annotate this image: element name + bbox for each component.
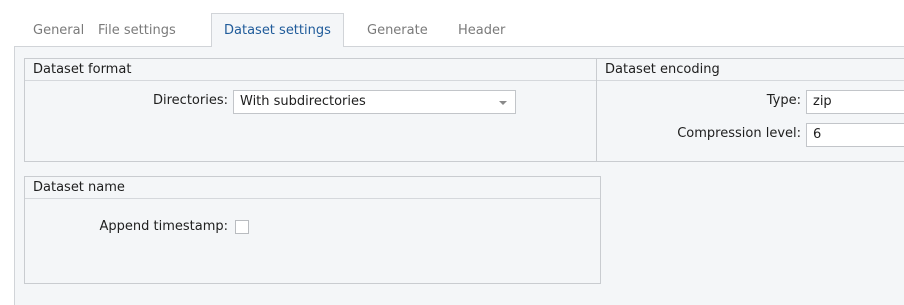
tab-file-settings[interactable]: File settings: [98, 16, 176, 46]
directories-label: Directories:: [153, 93, 228, 108]
append-timestamp-label: Append timestamp:: [99, 219, 228, 234]
encoding-type-label: Type:: [766, 93, 801, 108]
dataset-format-group: Dataset format Directories: With subdire…: [24, 58, 601, 162]
dataset-encoding-group: Dataset encoding Type: zip Compression l…: [596, 58, 904, 162]
directories-dropdown[interactable]: With subdirectories: [233, 90, 516, 114]
tab-content-panel: Dataset format Directories: With subdire…: [14, 46, 904, 305]
directories-value: With subdirectories: [240, 94, 366, 109]
dataset-encoding-title: Dataset encoding: [597, 59, 904, 81]
tab-dataset-settings[interactable]: Dataset settings: [211, 13, 344, 47]
tab-general[interactable]: General: [33, 16, 84, 46]
dataset-name-title: Dataset name: [25, 177, 600, 199]
tab-baseline: [14, 46, 904, 47]
chevron-down-icon[interactable]: [499, 101, 507, 105]
dataset-name-group: Dataset name Append timestamp:: [24, 176, 601, 284]
compression-level-field[interactable]: 6: [806, 123, 904, 147]
encoding-type-field[interactable]: zip: [806, 90, 904, 114]
tab-header[interactable]: Header: [458, 16, 505, 46]
compression-level-label: Compression level:: [677, 126, 801, 141]
append-timestamp-checkbox[interactable]: [235, 220, 249, 234]
dataset-format-title: Dataset format: [25, 59, 600, 81]
tab-generate[interactable]: Generate: [367, 16, 428, 46]
tab-strip: General File settings Dataset settings G…: [0, 0, 904, 47]
